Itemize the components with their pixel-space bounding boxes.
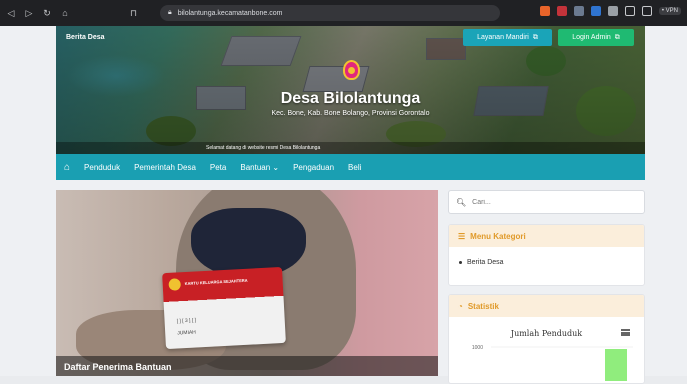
web-page: Berita Desa Layanan Mandiri ⧉ Login Admi… <box>0 26 687 384</box>
bullet-icon <box>459 261 462 264</box>
browser-toolbar: ◁ ▷ ↻ ⌂ ⊓ 🔒︎ bilolantunga.kecamatanbone.… <box>0 0 687 26</box>
wallet-icon[interactable] <box>641 6 652 16</box>
site-title: Desa Bilolantunga <box>280 90 421 107</box>
external-link-icon: ⧉ <box>614 33 620 41</box>
home-icon[interactable]: ⌂ <box>64 162 70 173</box>
layanan-mandiri-label: Layanan Mandiri <box>477 34 529 41</box>
emblem-icon <box>168 278 182 291</box>
stats-panel-header: ◔ Statistik <box>449 295 644 317</box>
chart-menu-icon[interactable] <box>621 329 630 336</box>
search-box: 🔍︎ <box>448 190 645 214</box>
stats-panel: ◔ Statistik Jumlah Penduduk 1000750 <box>448 294 645 384</box>
village-logo <box>343 60 360 80</box>
chart-plot: 1000750 <box>472 345 633 381</box>
category-panel-header: ☰ Menu Kategori <box>449 225 644 247</box>
chart-title: Jumlah Penduduk <box>510 329 583 338</box>
main-menu: ⌂ Penduduk Pemerintah Desa Peta Bantuan … <box>56 154 645 180</box>
forward-icon[interactable]: ▷ <box>24 8 34 19</box>
puzzle-extension-icon[interactable] <box>607 6 618 16</box>
category-item-label: Berita Desa <box>467 259 504 266</box>
search-input[interactable] <box>472 198 633 206</box>
y-tick-label: 1000 <box>472 345 483 351</box>
menu-item-pengaduan[interactable]: Pengaduan <box>293 163 334 172</box>
featured-article[interactable]: KARTU KELUARGA SEJAHTERA [ ] [ 3 ] [ ] J… <box>56 190 438 376</box>
card-title: KARTU KELUARGA SEJAHTERA <box>184 277 248 287</box>
berita-desa-link[interactable]: Berita Desa <box>66 34 105 41</box>
menu-item-bantuan[interactable]: Bantuan ⌄ <box>240 163 279 172</box>
category-list: Berita Desa <box>449 247 644 278</box>
category-panel: ☰ Menu Kategori Berita Desa <box>448 224 645 286</box>
card-number: [ ] [ 3 ] [ ] <box>176 317 197 325</box>
category-item[interactable]: Berita Desa <box>459 259 634 266</box>
login-admin-button[interactable]: Login Admin ⧉ <box>558 29 634 46</box>
reload-icon[interactable]: ↻ <box>42 8 52 19</box>
menu-item-penduduk[interactable]: Penduduk <box>84 163 120 172</box>
sidebar-toggle-icon[interactable] <box>624 6 635 16</box>
hero-banner: Berita Desa Layanan Mandiri ⧉ Login Admi… <box>56 26 645 154</box>
card-holder-name: JUMIAH <box>177 329 197 337</box>
face-mask-shape <box>191 208 306 278</box>
back-icon[interactable]: ◁ <box>6 8 16 19</box>
lock-icon: 🔒︎ <box>168 9 172 16</box>
population-chart: Jumlah Penduduk 1000750 <box>449 317 644 381</box>
category-title: Menu Kategori <box>470 231 526 241</box>
stats-title: Statistik <box>467 301 499 311</box>
extension-bar: • VPN <box>539 6 681 16</box>
list-icon: ☰ <box>458 231 466 241</box>
chart-bar[interactable] <box>605 349 627 381</box>
search-icon: 🔍︎ <box>456 197 467 207</box>
menu-item-peta[interactable]: Peta <box>210 163 226 172</box>
shield-extension-icon[interactable] <box>539 6 550 16</box>
drop-extension-icon[interactable] <box>590 6 601 16</box>
menu-item-pemerintah-desa[interactable]: Pemerintah Desa <box>134 163 196 172</box>
bookmark-icon[interactable]: ⊓ <box>130 8 137 19</box>
welfare-card: KARTU KELUARGA SEJAHTERA [ ] [ 3 ] [ ] J… <box>162 266 286 350</box>
welcome-ticker: Selamat datang di website resmi Desa Bil… <box>56 142 645 154</box>
article-title[interactable]: Daftar Penerima Bantuan <box>56 356 438 376</box>
layanan-mandiri-button[interactable]: Layanan Mandiri ⧉ <box>463 29 552 46</box>
rocket-extension-icon[interactable] <box>556 6 567 16</box>
address-bar[interactable]: 🔒︎ bilolantunga.kecamatanbone.com <box>160 5 500 21</box>
url-text: bilolantunga.kecamatanbone.com <box>177 9 283 17</box>
site-subtitle: Kec. Bone, Kab. Bone Bolango, Provinsi G… <box>271 110 430 117</box>
external-link-icon: ⧉ <box>532 33 538 41</box>
pie-chart-icon: ◔ <box>458 301 463 311</box>
home-icon[interactable]: ⌂ <box>60 8 70 18</box>
menu-item-beli[interactable]: Beli <box>348 163 361 172</box>
vpn-badge[interactable]: • VPN <box>658 7 681 15</box>
login-admin-label: Login Admin <box>572 34 611 41</box>
document-extension-icon[interactable] <box>573 6 584 16</box>
browser-nav: ◁ ▷ ↻ ⌂ <box>6 8 70 19</box>
